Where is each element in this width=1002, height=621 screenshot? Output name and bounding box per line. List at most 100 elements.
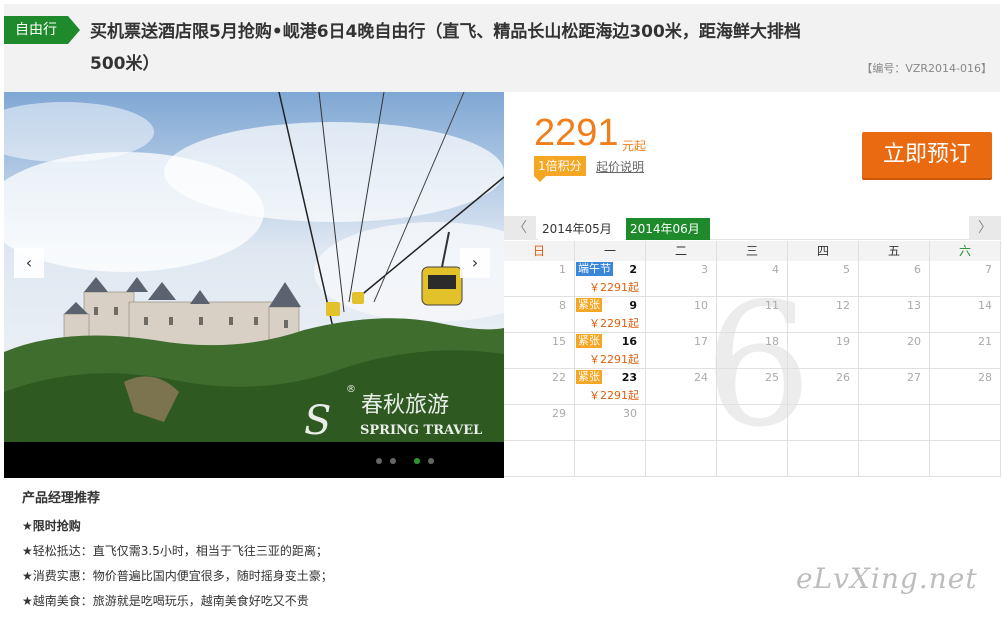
- calendar-day-number: 25: [765, 371, 779, 384]
- calendar-day-cell: [788, 405, 859, 441]
- calendar-day-price: ￥2291起: [589, 353, 639, 366]
- calendar-day-price: ￥2291起: [589, 281, 639, 294]
- calendar-day-cell: [788, 441, 859, 477]
- calendar-day-cell: 15: [504, 333, 575, 369]
- calendar-day-cell: 12: [788, 297, 859, 333]
- weekday-label: 六: [930, 241, 1001, 261]
- calendar-day-number: 23: [621, 371, 637, 384]
- calendar-day-cell: 5: [788, 261, 859, 297]
- calendar-day-cell: 21: [930, 333, 1001, 369]
- calendar-day-number: 15: [552, 335, 566, 348]
- gallery-photo: S 春秋旅游 ® SPRING TRAVEL: [4, 92, 504, 442]
- gallery-dot[interactable]: [414, 458, 420, 464]
- calendar-day-number: 1: [559, 263, 566, 276]
- logo-subtext: SPRING TRAVEL: [360, 423, 482, 438]
- manager-recommendation: 产品经理推荐 ★限时抢购 ★轻松抵达：直飞仅需3.5小时，相当于飞往三亚的距离；…: [22, 490, 722, 618]
- calendar-day-cell[interactable]: 16 紧张 ￥2291起: [575, 333, 646, 369]
- calendar-day-cell: 4: [717, 261, 788, 297]
- photo-gallery[interactable]: S 春秋旅游 ® SPRING TRAVEL ‹ ›: [4, 92, 504, 478]
- recommendation-line: ★限时抢购: [22, 519, 81, 533]
- calendar-day-cell[interactable]: 2 端午节 ￥2291起: [575, 261, 646, 297]
- calendar-day-number: 13: [907, 299, 921, 312]
- calendar-day-cell: 14: [930, 297, 1001, 333]
- calendar-day-cell: 28: [930, 369, 1001, 405]
- calendar-day-cell: 3: [646, 261, 717, 297]
- calendar-day-number: 14: [978, 299, 992, 312]
- calendar-status-badge: 紧张: [576, 370, 602, 384]
- weekday-label: 五: [859, 241, 930, 261]
- price-value: 2291: [534, 112, 619, 154]
- product-header: 自由行 买机票送酒店限5月抢购•岘港6日4晚自由行（直飞、精品长山松距海边300…: [4, 4, 1000, 92]
- recommendation-line: ★越南美食：旅游就是吃喝玩乐，越南美食好吃又不贵: [22, 594, 309, 608]
- calendar-prev-arrow-icon[interactable]: 〈: [504, 216, 536, 240]
- price-note-link[interactable]: 起价说明: [596, 158, 644, 175]
- recommendation-line: ★轻松抵达：直飞仅需3.5小时，相当于飞往三亚的距离；: [22, 544, 328, 558]
- gallery-dot[interactable]: [428, 458, 434, 464]
- gallery-next-button[interactable]: ›: [460, 248, 490, 278]
- calendar-day-number: 12: [836, 299, 850, 312]
- gallery-dot[interactable]: [376, 458, 382, 464]
- calendar-day-price: ￥2291起: [589, 317, 639, 330]
- calendar-day-cell: [717, 405, 788, 441]
- category-tag-label: 自由行: [4, 16, 68, 44]
- weekday-label: 一: [575, 241, 646, 261]
- calendar-day-number: 9: [629, 299, 637, 312]
- calendar-day-number: 5: [843, 263, 850, 276]
- logo-text: 春秋旅游: [361, 393, 449, 418]
- weekday-label: 日: [504, 241, 575, 261]
- calendar-day-cell: 1: [504, 261, 575, 297]
- calendar-day-cell: [575, 441, 646, 477]
- calendar-day-number: 6: [914, 263, 921, 276]
- category-tag-arrow: [68, 16, 80, 44]
- calendar-status-badge: 紧张: [576, 334, 602, 348]
- price-unit: 元起: [622, 139, 647, 153]
- calendar-day-cell: 10: [646, 297, 717, 333]
- weekday-label: 三: [717, 241, 788, 261]
- departure-calendar: 〈 2014年05月 2014年06月 〉 6 日一二三四五六 1 2 端午节 ￥22…: [504, 216, 1001, 478]
- calendar-day-cell: 27: [859, 369, 930, 405]
- calendar-next-arrow-icon[interactable]: 〉: [969, 216, 1001, 240]
- calendar-day-number: 18: [765, 335, 779, 348]
- calendar-day-cell: 25: [717, 369, 788, 405]
- calendar-day-cell[interactable]: 9 紧张 ￥2291起: [575, 297, 646, 333]
- calendar-day-cell: 22: [504, 369, 575, 405]
- calendar-day-cell: 6: [859, 261, 930, 297]
- calendar-day-cell: 20: [859, 333, 930, 369]
- calendar-day-cell: 18: [717, 333, 788, 369]
- weekday-label: 四: [788, 241, 859, 261]
- calendar-day-number: 30: [623, 407, 637, 420]
- recommendation-line: ★消费实惠：物价普遍比国内便宜很多，随时摇身变土豪；: [22, 569, 333, 583]
- calendar-day-cell: [930, 441, 1001, 477]
- calendar-day-cell: [717, 441, 788, 477]
- logo-mark: S: [304, 398, 331, 442]
- weekday-label: 二: [646, 241, 717, 261]
- calendar-day-cell[interactable]: 23 紧张 ￥2291起: [575, 369, 646, 405]
- calendar-day-number: 10: [694, 299, 708, 312]
- month-tab-may[interactable]: 2014年05月: [538, 218, 624, 240]
- gallery-dot[interactable]: [390, 458, 396, 464]
- category-tag: 自由行: [4, 16, 82, 44]
- calendar-day-price: ￥2291起: [589, 389, 639, 402]
- calendar-status-badge: 端午节: [576, 262, 613, 276]
- calendar-day-number: 3: [701, 263, 708, 276]
- calendar-day-number: 7: [985, 263, 992, 276]
- calendar-day-cell: [504, 441, 575, 477]
- calendar-day-cell: 26: [788, 369, 859, 405]
- month-tab-june[interactable]: 2014年06月: [626, 218, 710, 240]
- calendar-day-cell: [646, 441, 717, 477]
- calendar-grid: 6 日一二三四五六 1 2 端午节 ￥2291起 3 4 5 6 7 8 9 紧张 ￥2291起 10 11…: [504, 241, 1001, 478]
- calendar-day-number: 26: [836, 371, 850, 384]
- book-now-button[interactable]: 立即预订: [862, 132, 992, 178]
- gallery-prev-button[interactable]: ‹: [14, 248, 44, 278]
- calendar-day-cell: 19: [788, 333, 859, 369]
- calendar-month-bar: 〈 2014年05月 2014年06月 〉: [504, 216, 1001, 240]
- calendar-day-number: 4: [772, 263, 779, 276]
- calendar-day-number: 27: [907, 371, 921, 384]
- calendar-day-cell: [646, 405, 717, 441]
- calendar-day-cell: 11: [717, 297, 788, 333]
- calendar-day-cell: 8: [504, 297, 575, 333]
- calendar-day-cell: 17: [646, 333, 717, 369]
- calendar-day-cell: [859, 441, 930, 477]
- calendar-day-number: 17: [694, 335, 708, 348]
- calendar-day-cell: 24: [646, 369, 717, 405]
